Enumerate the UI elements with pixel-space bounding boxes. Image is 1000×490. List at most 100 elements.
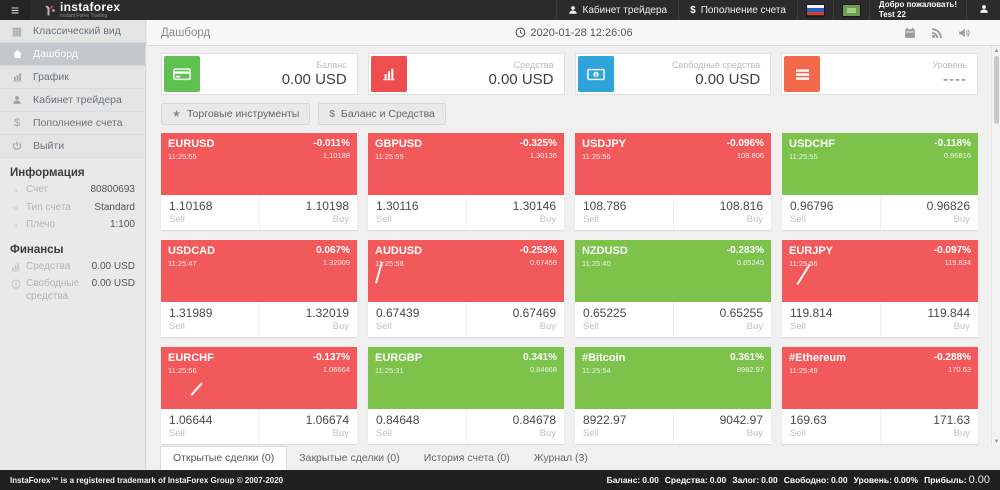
tile-quotes: 0.67439 Sell 0.67469 Buy [368, 302, 564, 337]
language-russian-button[interactable] [797, 0, 833, 20]
card-value: 0.00 USD [282, 71, 347, 88]
breadcrumb-bar: Дашборд 2020-01-28 12:26:06 [147, 20, 1000, 46]
stat-label: Свободно: [784, 475, 829, 485]
deposit-button[interactable]: $ Пополнение счета [678, 0, 797, 20]
tile-quotes: 1.06644 Sell 1.06674 Buy [161, 409, 357, 444]
sidebar-item-trader-cabinet[interactable]: Кабинет трейдера [0, 89, 145, 112]
sell-label: Sell [790, 428, 872, 439]
tile-eurchf[interactable]: EURCHF 11:25:56 -0.137% 1.06664 1.06644 … [161, 347, 357, 444]
user-menu-button[interactable] [966, 0, 1000, 20]
megaphone-icon[interactable] [958, 27, 970, 39]
buy-label: Buy [268, 321, 350, 332]
tile-eurgbp[interactable]: EURGBP 11:25:31 0.341% 0.84668 0.84648 S… [368, 347, 564, 444]
tile-header: AUDUSD 11:25:58 -0.253% 0.67459 [368, 240, 564, 302]
buy-quote-button[interactable]: 1.32019 Buy [259, 302, 358, 337]
tile-symbol: AUDUSD [375, 245, 422, 257]
tile-gbpusd[interactable]: GBPUSD 11:25:55 -0.325% 1.30136 1.30116 … [368, 133, 564, 230]
tile-last-price: 0.84668 [523, 365, 557, 374]
menu-toggle-button[interactable]: ≡ [0, 0, 30, 20]
sell-quote-button[interactable]: 1.06644 Sell [161, 409, 259, 444]
buy-quote-button[interactable]: 0.67469 Buy [466, 302, 565, 337]
buy-quote-button[interactable]: 1.06674 Buy [259, 409, 358, 444]
dollar-icon: $ [690, 5, 696, 16]
sidebar-item-deposit[interactable]: $ Пополнение счета [0, 112, 145, 135]
sidebar: ▦ Классический вид Дашборд График Кабине… [0, 20, 146, 470]
tile-eurusd[interactable]: EURUSD 11:25:55 -0.011% 1.10188 1.10168 … [161, 133, 357, 230]
buy-label: Buy [475, 214, 557, 225]
buy-quote-button[interactable]: 108.816 Buy [673, 195, 772, 230]
buy-quote-button[interactable]: 0.96826 Buy [880, 195, 979, 230]
buy-quote-button[interactable]: 171.63 Buy [880, 409, 979, 444]
sell-quote-button[interactable]: 119.814 Sell [782, 302, 880, 337]
sell-quote-button[interactable]: 0.67439 Sell [368, 302, 466, 337]
tile-change-percent: -0.283% [727, 245, 764, 256]
tile-last-price: 0.65245 [727, 258, 764, 267]
sidebar-menu: ▦ Классический вид Дашборд График Кабине… [0, 20, 145, 158]
sidebar-item-chart[interactable]: График [0, 66, 145, 89]
sell-quote-button[interactable]: 108.786 Sell [575, 195, 673, 230]
sell-quote-button[interactable]: 0.65225 Sell [575, 302, 673, 337]
scroll-up-arrow[interactable]: ▲ [992, 46, 1000, 55]
sidebar-item-dashboard[interactable]: Дашборд [0, 43, 145, 66]
tile-change-percent: -0.011% [313, 138, 350, 149]
summary-card-free-funds: $ Свободные средства 0.00 USD [575, 53, 772, 95]
sell-quote-button[interactable]: 1.30116 Sell [368, 195, 466, 230]
tile-change-percent: -0.097% [934, 245, 971, 256]
sell-quote-button[interactable]: 0.96796 Sell [782, 195, 880, 230]
tile-usdchf[interactable]: USDCHF 11:25:55 -0.118% 0.96816 0.96796 … [782, 133, 978, 230]
buy-quote-button[interactable]: 119.844 Buy [880, 302, 979, 337]
sell-quote-button[interactable]: 169.63 Sell [782, 409, 880, 444]
tile-ethereum[interactable]: #Ethereum 11:25:49 -0.288% 170.63 169.63… [782, 347, 978, 444]
buy-quote-button[interactable]: 1.10198 Buy [259, 195, 358, 230]
russian-flag-icon [807, 5, 824, 16]
stat-label: Средства: [665, 475, 708, 485]
brand-logo[interactable]: instaforex Instant Forex Trading [30, 0, 128, 20]
scroll-down-arrow[interactable]: ▼ [992, 437, 1000, 446]
sell-quote-button[interactable]: 8922.97 Sell [575, 409, 673, 444]
tile-change-percent: -0.118% [934, 138, 971, 149]
tab-account-history[interactable]: История счета (0) [412, 447, 522, 470]
menu-icon: ≡ [11, 2, 19, 18]
buy-quote-button[interactable]: 0.84678 Buy [466, 409, 565, 444]
tile-symbol: #Bitcoin [582, 352, 625, 364]
rss-icon[interactable] [931, 27, 943, 39]
tile-symbol: EURCHF [168, 352, 214, 364]
sell-quote-button[interactable]: 0.84648 Sell [368, 409, 466, 444]
side-row-label: Свободные средства [26, 278, 87, 303]
tile-nzdusd[interactable]: NZDUSD 11:25:40 -0.283% 0.65245 0.65225 … [575, 240, 771, 337]
side-row-value: 0.00 USD [92, 261, 135, 272]
tab-closed-trades[interactable]: Закрытые сделки (0) [287, 447, 411, 470]
tab-open-trades[interactable]: Открытые сделки (0) [160, 446, 287, 470]
balance-funds-button[interactable]: $ Баланс и Средства [318, 103, 446, 125]
stat-label: Баланс: [607, 475, 641, 485]
tile-audusd[interactable]: AUDUSD 11:25:58 -0.253% 0.67459 0.67439 … [368, 240, 564, 337]
tile-usdjpy[interactable]: USDJPY 11:25:56 -0.096% 108.806 108.786 … [575, 133, 771, 230]
sidebar-item-logout[interactable]: Выйти [0, 135, 145, 158]
tile-bitcoin[interactable]: #Bitcoin 11:25:54 0.361% 8982.97 8922.97… [575, 347, 771, 444]
tile-eurjpy[interactable]: EURJPY 11:25:56 -0.097% 119.834 119.814 … [782, 240, 978, 337]
tab-journal[interactable]: Журнал (3) [522, 447, 600, 470]
svg-text:$: $ [14, 282, 17, 288]
sell-quote-button[interactable]: 1.31989 Sell [161, 302, 259, 337]
sidebar-item-classic-view[interactable]: ▦ Классический вид [0, 20, 145, 43]
vertical-scrollbar[interactable]: ▲ ▼ [991, 46, 1000, 446]
tab-label: Журнал (3) [534, 452, 588, 464]
tile-quotes: 8922.97 Sell 9042.97 Buy [575, 409, 771, 444]
summary-cards: Баланс 0.00 USD Средства 0.00 USD $ Своб… [147, 46, 1000, 99]
language-alt-button[interactable] [833, 0, 869, 20]
tab-label: Закрытые сделки (0) [299, 452, 399, 464]
main-content: Дашборд 2020-01-28 12:26:06 Баланс 0.00 … [147, 20, 1000, 470]
buy-quote-button[interactable]: 1.30146 Buy [466, 195, 565, 230]
buy-price: 171.63 [889, 413, 971, 427]
trader-cabinet-button[interactable]: Кабинет трейдера [556, 0, 679, 20]
buy-quote-button[interactable]: 0.65255 Buy [673, 302, 772, 337]
copyright-text: InstaForex™ is a registered trademark of… [10, 476, 283, 485]
trading-instruments-button[interactable]: ★ Торговые инструменты [161, 103, 310, 125]
scrollbar-thumb[interactable] [994, 56, 999, 124]
calendar-icon[interactable] [904, 27, 916, 39]
tile-usdcad[interactable]: USDCAD 11:25:47 0.067% 1.32009 1.31989 S… [161, 240, 357, 337]
buy-quote-button[interactable]: 9042.97 Buy [673, 409, 772, 444]
side-row-value: 0.00 USD [92, 278, 135, 289]
bars-chart-icon [371, 56, 407, 92]
sell-quote-button[interactable]: 1.10168 Sell [161, 195, 259, 230]
